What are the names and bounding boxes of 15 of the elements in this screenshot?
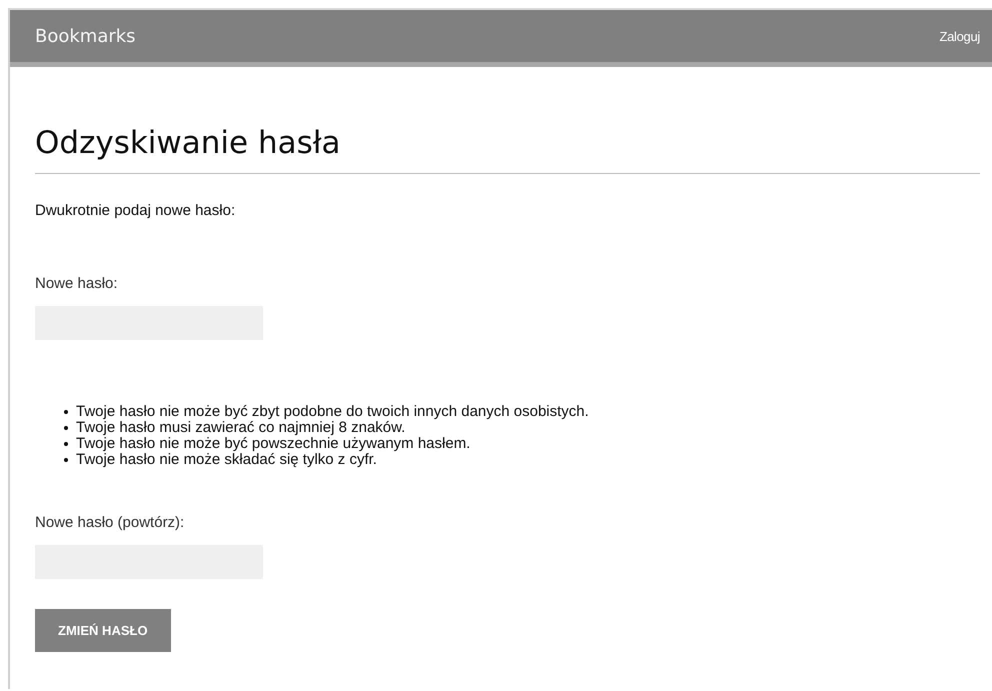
help-text: Twoje hasło nie może składać się tylko z cyfr. (76, 452, 377, 468)
bullet-icon (64, 458, 68, 462)
intro-text: Dwukrotnie podaj nowe hasło: (35, 202, 236, 219)
help-text: Twoje hasło musi zawierać co najmniej 8 znaków. (76, 420, 406, 436)
bullet-icon (64, 426, 68, 430)
field-label: Nowe hasło: (35, 275, 119, 292)
page-title: Odzyskiwanie hasła (35, 125, 980, 174)
login-link[interactable]: Zaloguj (939, 28, 980, 44)
bullet-icon (64, 410, 68, 414)
help-text: Twoje hasło nie może być zbyt podobne do twoich innych danych osobistych. (76, 404, 589, 420)
brand-title[interactable]: Bookmarks (35, 26, 136, 46)
field-label: Nowe hasło (powtórz): (35, 514, 186, 531)
help-text: Twoje hasło nie może być powszechnie używanym hasłem. (76, 436, 470, 452)
change-password-button[interactable]: ZMIEŃ HASŁO (35, 609, 171, 652)
bullet-icon (64, 442, 68, 446)
